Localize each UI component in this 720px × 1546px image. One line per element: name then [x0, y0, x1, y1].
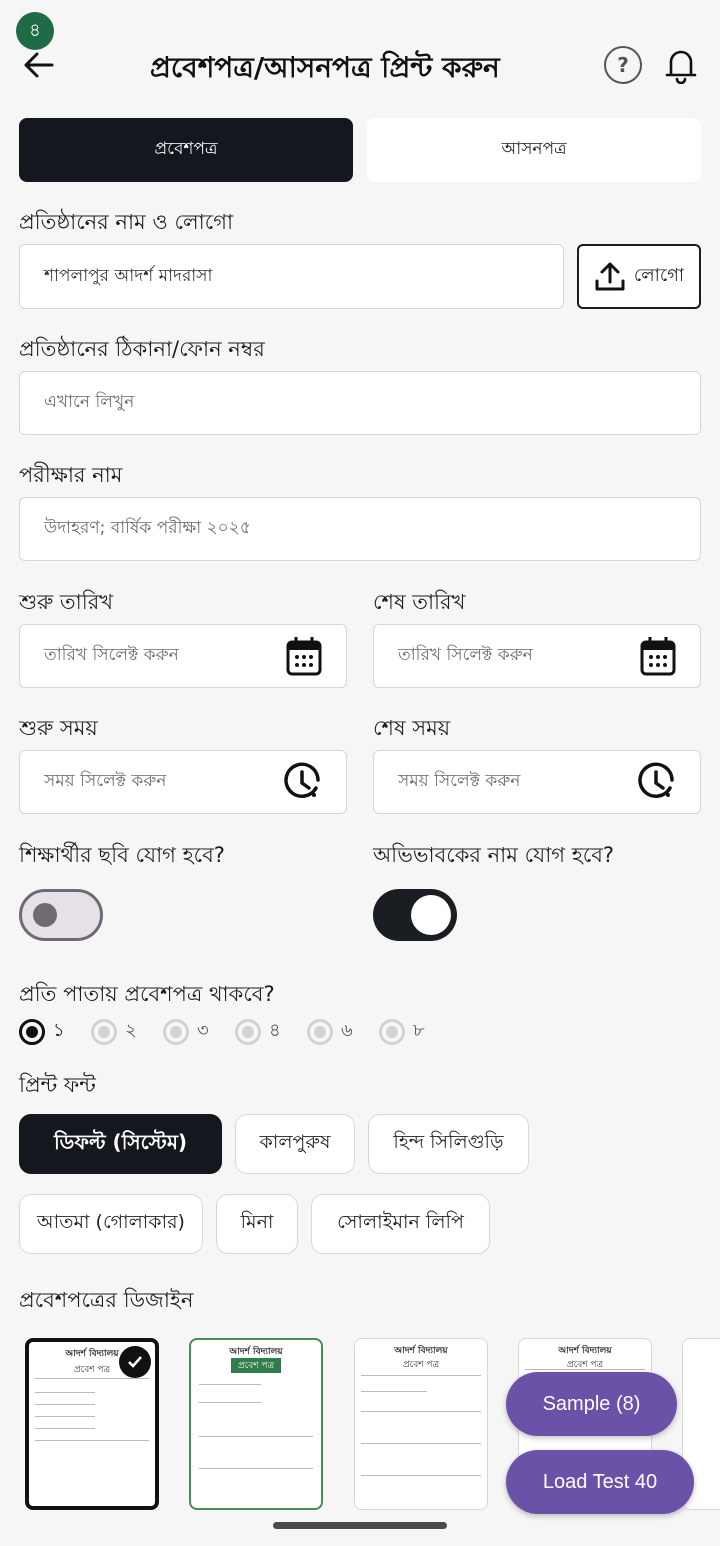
exam-name-placeholder: উদাহরণ; বার্ষিক পরীক্ষা ২০২৫ — [44, 518, 251, 538]
start-time-picker[interactable]: সময় সিলেক্ট করুন — [19, 750, 347, 814]
toggle-knob — [411, 895, 451, 935]
upload-icon — [595, 262, 625, 290]
end-date-label: শেষ তারিখ — [373, 590, 466, 614]
radio-indicator — [163, 1018, 189, 1045]
page-title: প্রবেশপত্র/আসনপত্র প্রিন্ট করুন — [150, 51, 500, 84]
design-thumbnail-3[interactable]: আদর্শ বিদ্যালয় প্রবেশ পত্র — [354, 1338, 488, 1510]
start-date-picker[interactable]: তারিখ সিলেক্ট করুন — [19, 624, 347, 688]
load-test-button[interactable]: Load Test 40 — [506, 1450, 694, 1514]
per-page-option-label: ৬ — [341, 1020, 353, 1041]
tab-seat-card[interactable]: আসনপত্র — [367, 118, 701, 182]
per-page-option-label: ২ — [125, 1020, 137, 1041]
radio-indicator — [91, 1018, 117, 1045]
guardian-name-toggle[interactable] — [373, 889, 457, 941]
font-chip-solaimanlipi[interactable]: সোলাইমান লিপি — [311, 1194, 490, 1254]
notification-count-badge: ৪ — [16, 12, 54, 50]
institution-name-value: শাপলাপুর আদর্শ মাদরাসা — [44, 265, 213, 286]
address-input[interactable]: এখানে লিখুন — [19, 371, 701, 435]
clock-icon — [284, 762, 320, 798]
address-label: প্রতিষ্ঠানের ঠিকানা/ফোন নম্বর — [19, 337, 265, 361]
institution-name-input[interactable]: শাপলাপুর আদর্শ মাদরাসা — [19, 244, 564, 309]
clock-icon — [638, 762, 674, 798]
per-page-option-3[interactable]: ৩ — [163, 1016, 235, 1047]
end-time-label: শেষ সময় — [373, 716, 451, 740]
radio-indicator — [19, 1018, 45, 1045]
start-date-label: শুরু তারিখ — [19, 590, 114, 614]
start-time-placeholder: সময় সিলেক্ট করুন — [44, 771, 167, 791]
end-date-placeholder: তারিখ সিলেক্ট করুন — [398, 645, 533, 665]
sample-button[interactable]: Sample (8) — [506, 1372, 677, 1436]
end-time-placeholder: সময় সিলেক্ট করুন — [398, 771, 521, 791]
exam-name-label: পরীক্ষার নাম — [19, 463, 123, 487]
per-page-option-label: ৩ — [197, 1020, 209, 1041]
radio-indicator — [379, 1018, 405, 1045]
home-indicator[interactable] — [273, 1522, 447, 1529]
help-icon[interactable]: ? — [604, 46, 642, 84]
start-time-label: শুরু সময় — [19, 716, 98, 740]
per-page-option-8[interactable]: ৮ — [379, 1016, 451, 1047]
exam-name-input[interactable]: উদাহরণ; বার্ষিক পরীক্ষা ২০২৫ — [19, 497, 701, 561]
design-label: প্রবেশপত্রের ডিজাইন — [19, 1288, 194, 1312]
calendar-icon — [286, 637, 322, 676]
design-thumbnail-2[interactable]: আদর্শ বিদ্যালয় প্রবেশ পত্র — [189, 1338, 323, 1510]
upload-logo-label: লোগো — [633, 265, 685, 286]
per-page-option-label: ১ — [53, 1020, 65, 1041]
per-page-option-2[interactable]: ২ — [91, 1016, 163, 1047]
font-chip-atma[interactable]: আতমা (গোলাকার) — [19, 1194, 203, 1254]
per-page-option-4[interactable]: ৪ — [235, 1016, 307, 1047]
thumb-title: আদর্শ বিদ্যালয় — [229, 1347, 283, 1357]
per-page-option-label: ৮ — [413, 1020, 425, 1041]
toggle-knob — [33, 903, 57, 927]
selected-check-icon — [119, 1346, 151, 1378]
thumb-title: আদর্শ বিদ্যালয় — [558, 1346, 612, 1356]
start-date-placeholder: তারিখ সিলেক্ট করুন — [44, 645, 179, 665]
per-page-option-6[interactable]: ৬ — [307, 1016, 379, 1047]
guardian-name-label: অভিভাবকের নাম যোগ হবে? — [373, 843, 615, 867]
radio-indicator — [235, 1018, 261, 1045]
thumb-subtitle: প্রবেশ পত্র — [231, 1358, 281, 1373]
address-placeholder: এখানে লিখুন — [44, 392, 135, 412]
tab-admit-card[interactable]: প্রবেশপত্র — [19, 118, 353, 182]
design-thumbnail-1[interactable]: আদর্শ বিদ্যালয় প্রবেশ পত্র — [25, 1338, 159, 1510]
font-chip-kalpurush[interactable]: কালপুরুষ — [235, 1114, 355, 1174]
calendar-icon — [640, 637, 676, 676]
thumb-subtitle: প্রবেশ পত্র — [402, 1360, 440, 1370]
print-font-label: প্রিন্ট ফন্ট — [19, 1073, 96, 1097]
end-time-picker[interactable]: সময় সিলেক্ট করুন — [373, 750, 701, 814]
per-page-radio-group: ১ ২ ৩ ৪ ৬ ৮ — [19, 1016, 451, 1047]
font-chip-hind-siliguri[interactable]: হিন্দ সিলিগুড়ি — [368, 1114, 529, 1174]
bell-icon[interactable] — [664, 46, 698, 84]
back-arrow-icon[interactable] — [22, 48, 56, 82]
per-page-label: প্রতি পাতায় প্রবেশপত্র থাকবে? — [19, 982, 275, 1006]
font-chip-default[interactable]: ডিফল্ট (সিস্টেম) — [19, 1114, 222, 1174]
radio-indicator — [307, 1018, 333, 1045]
font-chip-mina[interactable]: মিনা — [216, 1194, 298, 1254]
institution-label: প্রতিষ্ঠানের নাম ও লোগো — [19, 210, 234, 234]
student-photo-toggle[interactable] — [19, 889, 103, 941]
thumb-title: আদর্শ বিদ্যালয় — [394, 1346, 448, 1356]
per-page-option-label: ৪ — [269, 1020, 281, 1041]
per-page-option-1[interactable]: ১ — [19, 1016, 91, 1047]
end-date-picker[interactable]: তারিখ সিলেক্ট করুন — [373, 624, 701, 688]
student-photo-label: শিক্ষার্থীর ছবি যোগ হবে? — [19, 843, 225, 867]
upload-logo-button[interactable]: লোগো — [577, 244, 701, 309]
